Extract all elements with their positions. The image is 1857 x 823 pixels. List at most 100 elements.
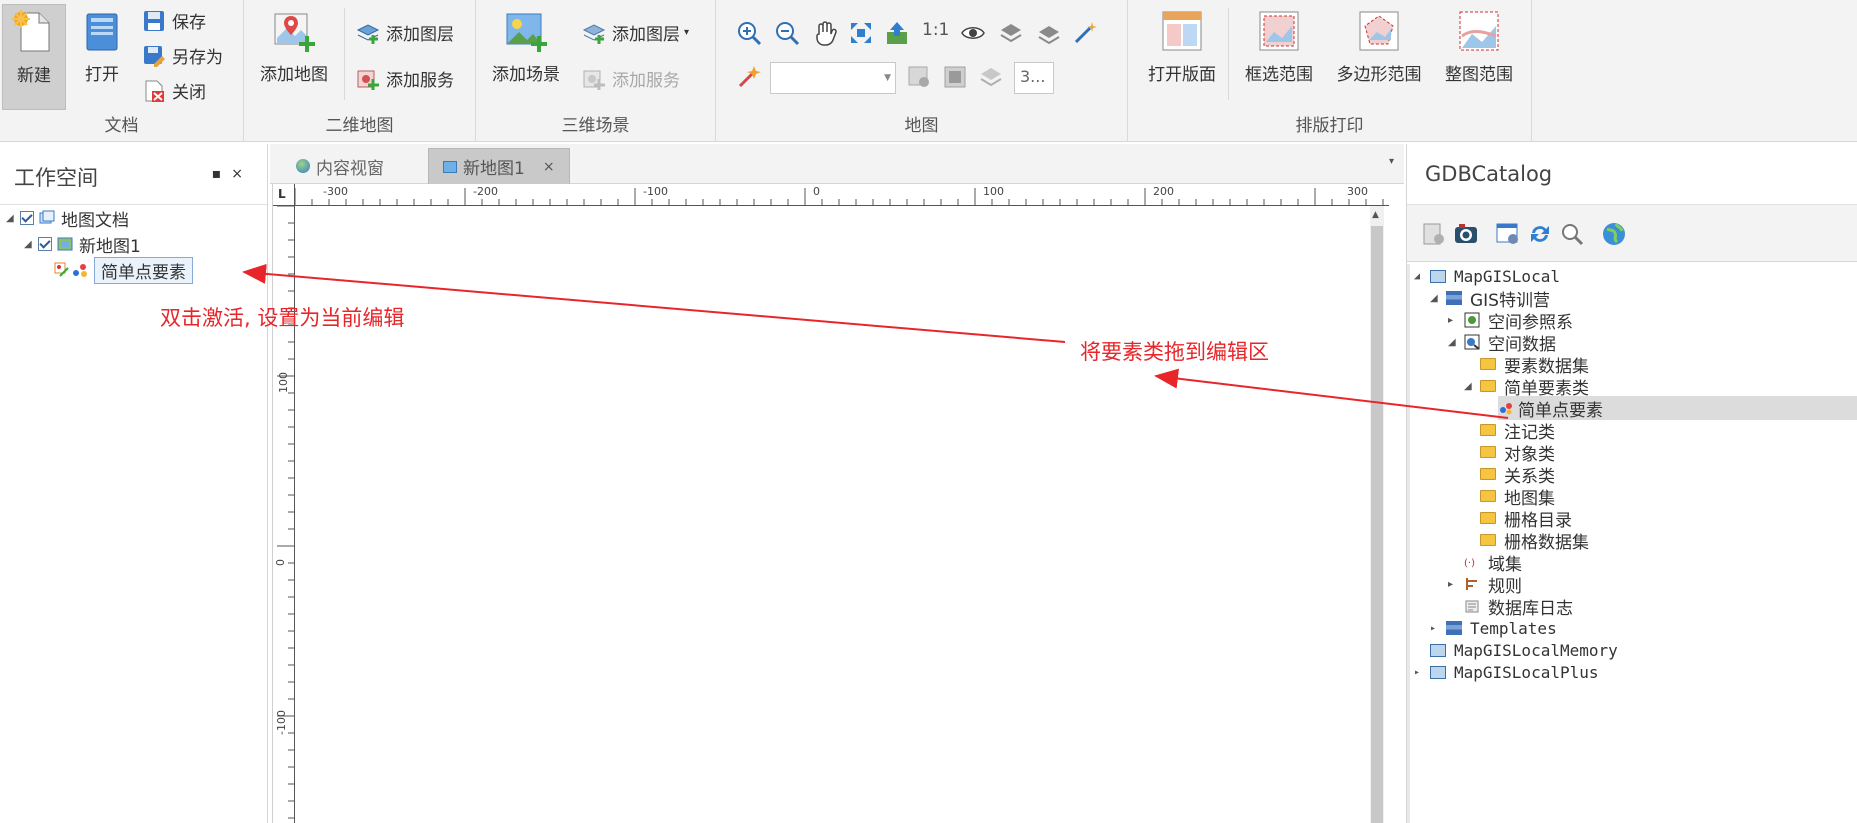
edit-state-icon [54, 262, 70, 278]
ribbon-group-print-layout: 打开版面 框选范围 多边形范围 整图范围 排版打印 [1128, 0, 1532, 142]
full-extent-icon[interactable] [848, 20, 874, 46]
tab-content-view[interactable]: 内容视窗 [282, 148, 398, 184]
map-vertical-scrollbar[interactable]: ▲ [1370, 206, 1384, 823]
polygon-range-button[interactable]: 多边形范围 [1332, 4, 1426, 85]
add-layer-3d-button[interactable]: 添加图层 ▾ [582, 20, 689, 45]
pan-hand-icon[interactable] [812, 20, 838, 46]
zoom-in-icon[interactable] [736, 20, 762, 46]
map-icon [57, 236, 73, 252]
sparkle-wand-icon[interactable] [736, 64, 762, 90]
rect-range-icon [1256, 8, 1302, 54]
close-document-button[interactable]: 关闭 [142, 78, 206, 103]
pin-icon[interactable]: ▪ [212, 166, 232, 182]
full-range-button[interactable]: 整图范围 [1438, 4, 1520, 85]
tab-new-map[interactable]: 新地图1 × [428, 148, 570, 184]
layers-tool-icon[interactable] [978, 64, 1004, 90]
catalog-node-spatial-data[interactable]: ◢ 空间数据 [1448, 330, 1556, 355]
zoom-out-icon[interactable] [774, 20, 800, 46]
next-view-icon[interactable] [1036, 20, 1062, 46]
open-button[interactable]: 打开 [70, 4, 134, 85]
scrollbar-thumb[interactable] [1371, 226, 1383, 823]
catalog-refresh-icon[interactable] [1527, 221, 1553, 247]
catalog-node-spatial-reference[interactable]: ▸ 空间参照系 [1448, 308, 1573, 333]
add-service-3d-button[interactable]: 添加服务 [582, 66, 680, 91]
eye-icon[interactable] [960, 20, 986, 46]
catalog-node-label: MapGISLocalMemory [1454, 640, 1618, 660]
tree-item-map-document[interactable]: ◢ 地图文档 [6, 206, 129, 231]
magic-wand-icon[interactable] [1072, 20, 1098, 46]
new-document-icon [11, 9, 57, 55]
spatial-data-icon [1464, 334, 1480, 350]
catalog-node-rules[interactable]: ▸ 规则 [1448, 572, 1522, 597]
catalog-properties-icon[interactable] [1421, 221, 1447, 247]
save-icon [142, 9, 166, 33]
save-as-button[interactable]: 另存为 [142, 43, 223, 68]
collapse-arrow-icon[interactable]: ◢ [1414, 271, 1430, 282]
add-service-2d-button[interactable]: 添加服务 [356, 66, 454, 91]
grid-tool-icon[interactable] [942, 64, 968, 90]
open-layout-button[interactable]: 打开版面 [1142, 4, 1222, 85]
refresh-map-icon[interactable] [884, 20, 910, 46]
catalog-node-object[interactable]: 对象类 [1480, 440, 1555, 465]
ruler-h-label: -100 [643, 185, 668, 198]
catalog-node-feature-dataset[interactable]: 要素数据集 [1480, 352, 1589, 377]
point-feature-icon [72, 262, 88, 278]
tree-item-simple-point-layer[interactable]: 简单点要素 [54, 256, 193, 284]
expand-arrow-icon[interactable]: ▸ [1448, 315, 1464, 326]
catalog-node-raster-dataset[interactable]: 栅格数据集 [1480, 528, 1589, 553]
collapse-arrow-icon[interactable]: ◢ [1448, 337, 1464, 348]
catalog-node-gis-camp[interactable]: ◢ GIS特训营 [1430, 286, 1550, 311]
catalog-node-atlas[interactable]: 地图集 [1480, 484, 1555, 509]
add-map-button[interactable]: 添加地图 [256, 4, 332, 85]
close-tab-icon[interactable]: × [543, 159, 555, 175]
catalog-node-simple-feature-class[interactable]: ◢ 简单要素类 [1464, 374, 1589, 399]
expand-arrow-icon[interactable]: ▸ [1414, 667, 1430, 678]
catalog-node-relation[interactable]: 关系类 [1480, 462, 1555, 487]
open-label: 打开 [85, 65, 119, 85]
select-tool-icon[interactable] [906, 64, 932, 90]
catalog-node-db-log[interactable]: 数据库日志 [1464, 594, 1573, 619]
previous-view-icon[interactable] [998, 20, 1024, 46]
layer-combo[interactable]: ▼ [770, 62, 896, 94]
map-edit-area[interactable]: L -300 -200 -100 0 100 200 300 100 0 -10… [272, 184, 1389, 823]
tree-label-map-document: 地图文档 [61, 210, 129, 231]
point-feature-icon [1498, 400, 1514, 416]
add-layer-2d-button[interactable]: 添加图层 [356, 20, 454, 45]
save-button[interactable]: 保存 [142, 8, 206, 33]
collapse-arrow-icon[interactable]: ◢ [6, 213, 20, 224]
catalog-node-domain[interactable]: (·) 域集 [1464, 550, 1522, 575]
catalog-node-simple-point-feature[interactable]: 简单点要素 [1498, 396, 1857, 421]
globe-icon [296, 159, 310, 173]
new-button[interactable]: 新建 [2, 4, 66, 110]
workspace-panel-tools: ▪× [212, 166, 253, 182]
ruler-v-label: -100 [274, 710, 288, 735]
visibility-checkbox[interactable] [38, 237, 52, 251]
tab-list-dropdown-icon[interactable]: ▾ [1389, 156, 1394, 167]
expand-arrow-icon[interactable]: ▸ [1448, 579, 1464, 590]
catalog-node-templates[interactable]: ▸ Templates [1430, 616, 1557, 640]
add-scene-button[interactable]: 添加场景 [488, 4, 564, 85]
expand-arrow-icon[interactable]: ▸ [1430, 623, 1446, 634]
catalog-node-annotation[interactable]: 注记类 [1480, 418, 1555, 443]
workspace-title: 工作空间 [14, 166, 98, 190]
collapse-arrow-icon[interactable]: ◢ [24, 239, 38, 250]
rect-range-button[interactable]: 框选范围 [1238, 4, 1320, 85]
small-value-combo[interactable]: 3... [1014, 62, 1054, 94]
catalog-globe-icon[interactable] [1601, 221, 1627, 247]
collapse-arrow-icon[interactable]: ◢ [1464, 381, 1480, 392]
catalog-node-label: MapGISLocal [1454, 266, 1560, 286]
catalog-camera-icon[interactable] [1453, 221, 1479, 247]
visibility-checkbox[interactable] [20, 211, 34, 225]
scale-1to1-button[interactable]: 1:1 [922, 20, 952, 46]
catalog-node-mapgis-local[interactable]: ◢ MapGISLocal [1414, 264, 1560, 288]
scroll-up-icon[interactable]: ▲ [1372, 210, 1379, 220]
catalog-node-raster-catalog[interactable]: 栅格目录 [1480, 506, 1572, 531]
catalog-node-mapgis-local-plus[interactable]: ▸ MapGISLocalPlus [1414, 660, 1599, 684]
close-panel-icon[interactable]: × [231, 166, 253, 182]
catalog-search-icon[interactable] [1559, 221, 1585, 247]
tree-item-new-map[interactable]: ◢ 新地图1 [24, 232, 141, 257]
ruler-h-label: -300 [323, 185, 348, 198]
catalog-window-settings-icon[interactable] [1495, 221, 1521, 247]
collapse-arrow-icon[interactable]: ◢ [1430, 293, 1446, 304]
catalog-node-mapgis-local-memory[interactable]: MapGISLocalMemory [1430, 638, 1618, 662]
